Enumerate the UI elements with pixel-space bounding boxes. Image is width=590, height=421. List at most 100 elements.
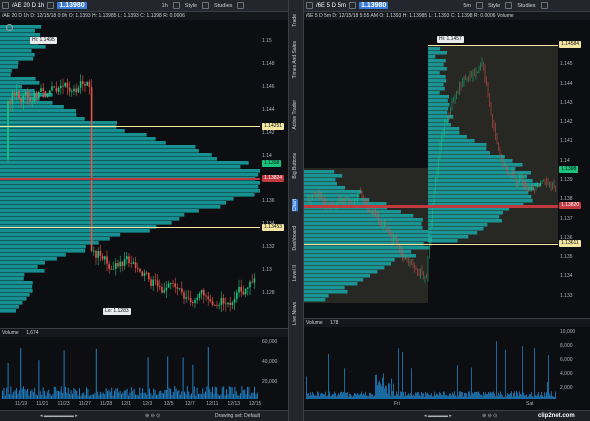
side-tab-level-ii[interactable]: Level II — [292, 265, 298, 281]
candle-body — [187, 297, 190, 299]
candle-body — [143, 272, 146, 276]
dropdown-icon[interactable] — [47, 2, 55, 9]
left-y-axis: 1.151.1481.1461.1441.1421.141.1381.1361.… — [260, 20, 288, 316]
candle-body — [205, 295, 207, 297]
volume-bar — [533, 396, 534, 399]
side-tab-times-and-sales[interactable]: Times And Sales — [292, 41, 298, 78]
volume-profile-bar — [0, 269, 45, 273]
expand-icon[interactable] — [237, 2, 245, 9]
volume-bar — [337, 395, 338, 399]
volume-bar — [548, 355, 549, 399]
left-symbol[interactable]: /AE 20 D 1h — [12, 3, 44, 9]
volume-bar — [62, 393, 64, 399]
volume-bar — [492, 392, 493, 399]
candle-body — [119, 261, 121, 267]
volume-profile-bar — [0, 145, 196, 149]
right-volume-header: Volume 178 — [304, 318, 590, 327]
left-price-chart[interactable] — [0, 20, 260, 316]
expand-icon[interactable] — [540, 2, 548, 9]
volume-bar — [4, 395, 6, 399]
volume-bar — [353, 395, 354, 399]
volume-profile-bar — [0, 193, 255, 197]
volume-bar — [17, 393, 19, 399]
volume-bar — [410, 393, 411, 399]
info-icon[interactable] — [6, 24, 13, 31]
right-interval[interactable]: 5m — [461, 3, 473, 9]
zoom-icons[interactable]: ⊕ ⊖ ⊙ — [145, 411, 160, 421]
right-price-chart[interactable] — [304, 20, 558, 316]
volume-profile-bar — [0, 301, 23, 305]
volume-bar — [468, 391, 469, 399]
volume-bar — [34, 387, 36, 399]
right-chart-panel[interactable]: /6E 5 D 5m 1.13980 5m Style Studies /6E … — [304, 0, 590, 421]
left-chart-panel[interactable]: /AE 20 D 1h 1.13980 1h Style Studies /AE… — [0, 0, 288, 421]
y-tick-label: 1.139 — [560, 177, 573, 183]
candle-body — [49, 90, 51, 94]
volume-bar — [449, 393, 450, 399]
volume-bar — [440, 393, 441, 399]
studies-icon[interactable] — [505, 2, 513, 9]
scroll-controls[interactable]: ◂ ▬▬▬▬▬▬ ▸ — [40, 411, 78, 421]
volume-bar — [426, 393, 427, 399]
right-style-button[interactable]: Style — [486, 3, 502, 9]
link-icon[interactable] — [306, 2, 313, 9]
drawing-set-label[interactable]: Drawing set: Default — [215, 411, 260, 421]
r-scroll-controls[interactable]: ◂ ▬▬▬▬ ▸ — [424, 411, 452, 421]
side-tab-chart[interactable]: Chart — [292, 199, 298, 212]
volume-bar — [527, 396, 528, 399]
r-level-label-red: 1.13820 — [559, 202, 582, 209]
volume-bar — [73, 388, 75, 399]
volume-bar — [308, 393, 309, 399]
left-interval[interactable]: 1h — [160, 3, 170, 9]
volume-bar — [537, 394, 538, 399]
volume-bar — [161, 392, 163, 399]
volume-bar — [342, 392, 343, 399]
volume-bar — [482, 396, 483, 399]
right-studies-button[interactable]: Studies — [515, 3, 537, 9]
candle-body — [244, 288, 247, 295]
y-tick-label: 1.133 — [560, 292, 573, 299]
gear-icon[interactable] — [475, 2, 483, 9]
right-volume-axis: 10,000 8,000 6,000 4,000 2,000 — [558, 327, 586, 399]
side-tab-dashboard[interactable]: Dashboard — [292, 226, 298, 250]
volume-bar — [417, 392, 418, 399]
volume-bar — [403, 391, 404, 399]
x-tick-label: 11/19 — [15, 401, 28, 407]
volume-profile-bar — [304, 298, 326, 302]
side-tab-big-buttons[interactable]: Big Buttons — [292, 153, 298, 179]
candle-body — [20, 98, 22, 102]
volume-bar — [540, 394, 541, 399]
right-price: 1.13980 — [359, 2, 389, 9]
volume-profile-bar — [304, 178, 336, 182]
side-tab-active-trader[interactable]: Active Trader — [292, 100, 298, 129]
candle-body — [154, 279, 157, 281]
studies-icon[interactable] — [202, 2, 210, 9]
volume-profile-bar — [428, 115, 454, 119]
right-symbol[interactable]: /6E 5 D 5m — [316, 3, 346, 9]
candle-body — [40, 88, 42, 92]
volume-profile-bar — [0, 253, 66, 257]
volume-bar — [505, 349, 506, 399]
volume-bar — [307, 393, 308, 399]
r-zoom-icons[interactable]: ⊕ ⊖ ⊙ — [482, 411, 497, 421]
volume-bar — [385, 385, 386, 399]
x-tick-label: Fri — [394, 401, 400, 407]
gear-icon[interactable] — [172, 2, 180, 9]
left-studies-button[interactable]: Studies — [212, 3, 234, 9]
volume-bar — [207, 346, 209, 399]
volume-bar — [452, 392, 453, 399]
dropdown-icon[interactable] — [349, 2, 357, 9]
volume-bar — [490, 391, 491, 399]
volume-profile-bar — [0, 281, 33, 285]
candle-body — [137, 267, 139, 269]
volume-bar — [227, 394, 229, 399]
link-icon[interactable] — [2, 2, 9, 9]
volume-bar — [30, 391, 31, 399]
volume-bar — [133, 388, 135, 399]
left-style-button[interactable]: Style — [183, 3, 199, 9]
side-tab-live-news[interactable]: Live News — [292, 302, 298, 325]
volume-bar — [112, 395, 114, 399]
side-tab-trade[interactable]: Trade — [292, 14, 298, 27]
volume-bar — [35, 394, 37, 399]
volume-bar — [235, 391, 237, 399]
